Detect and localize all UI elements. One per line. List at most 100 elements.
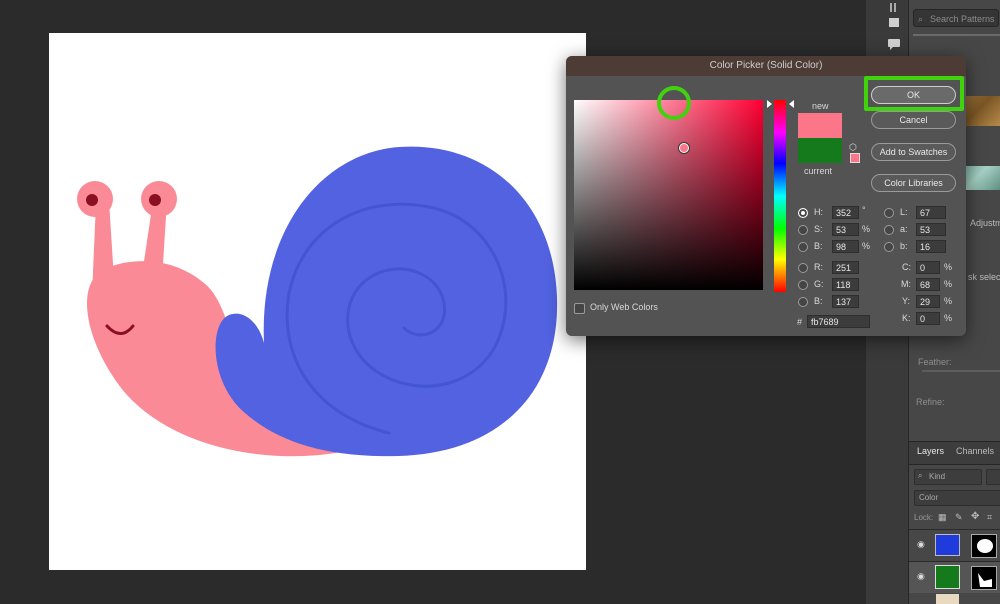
layer-row-blue[interactable]: ◉ [909, 529, 1000, 561]
document-canvas[interactable] [49, 33, 586, 570]
green-field[interactable]: 118 [832, 278, 859, 291]
search-icon: ⌕ [918, 471, 923, 480]
comment-icon[interactable] [886, 37, 902, 51]
ok-button-highlight [864, 76, 964, 111]
refine-label: Refine: [916, 397, 945, 407]
layer-mask-thumb [971, 566, 997, 590]
cyan-field[interactable]: 0 [916, 261, 940, 274]
blue-radio[interactable] [798, 297, 808, 307]
r-radio[interactable] [798, 263, 808, 273]
b-channel-field[interactable]: 16 [916, 240, 946, 253]
hue-field[interactable]: 352 [832, 206, 859, 219]
l-label: L: [900, 207, 908, 217]
current-color-swatch[interactable] [798, 138, 842, 163]
c-unit: % [944, 262, 953, 272]
eye-icon[interactable]: ◉ [917, 539, 925, 550]
color-libraries-button[interactable]: Color Libraries [871, 174, 956, 192]
lock-pixels-icon[interactable]: ▦ [938, 512, 947, 523]
hue-arrow-right-icon[interactable] [789, 100, 794, 108]
layer-mask-thumb [971, 534, 997, 558]
image-filter-icon[interactable] [986, 469, 1000, 485]
blue-label: B: [814, 296, 823, 306]
b-lab-radio[interactable] [884, 242, 894, 252]
a-channel-field[interactable]: 53 [916, 223, 946, 236]
web-safe-swatch[interactable] [850, 153, 860, 163]
brightness-field[interactable]: 98 [832, 240, 859, 253]
magenta-field[interactable]: 68 [916, 278, 940, 291]
y-unit: % [944, 296, 953, 306]
snail-eye-right [149, 194, 161, 206]
layer-fill-thumb [935, 565, 960, 589]
brightness-label: B: [814, 241, 823, 251]
color-field-marker[interactable] [679, 143, 689, 153]
eye-icon[interactable]: ◉ [917, 571, 925, 582]
color-marker-highlight [657, 86, 691, 120]
b-lab-label: b: [900, 241, 908, 251]
paragraph-icon[interactable] [886, 0, 902, 14]
hue-arrow-left-icon[interactable] [767, 100, 772, 108]
layer-fill-thumb [935, 534, 960, 556]
add-to-swatches-button[interactable]: Add to Swatches [871, 143, 956, 161]
feather-label: Feather: [918, 357, 952, 367]
blue-field[interactable]: 137 [832, 295, 859, 308]
only-web-colors-label: Only Web Colors [590, 302, 658, 312]
h-radio[interactable] [798, 208, 808, 218]
k-unit: % [944, 313, 953, 323]
snail-eye-left [86, 194, 98, 206]
s-unit: % [862, 224, 871, 234]
h-unit: ° [862, 205, 866, 215]
saturation-brightness-field[interactable] [574, 100, 763, 290]
red-field[interactable]: 251 [832, 261, 859, 274]
s-radio[interactable] [798, 225, 808, 235]
adjustments-label[interactable]: Adjustm [970, 218, 1000, 228]
tab-channels[interactable]: Channels [956, 446, 994, 456]
kind-label: Kind [929, 472, 946, 481]
only-web-colors-checkbox[interactable] [574, 303, 585, 314]
y-label: Y: [902, 296, 911, 306]
mask-selection-label: sk selecte [968, 272, 1000, 282]
out-of-gamut-cube-icon[interactable]: ⬡ [849, 142, 857, 153]
blend-mode-value: Color [919, 493, 939, 502]
search-icon: ⌕ [918, 14, 924, 24]
tab-layers[interactable]: Layers [917, 446, 944, 456]
l-radio[interactable] [884, 208, 894, 218]
dialog-title: Color Picker (Solid Color) [566, 56, 966, 76]
a-radio[interactable] [884, 225, 894, 235]
snail-illustration [77, 146, 558, 457]
lock-label: Lock: [914, 513, 934, 522]
brush-icon[interactable]: ✎ [955, 512, 963, 523]
layer-thumb-partial [936, 594, 959, 604]
search-patterns-input[interactable]: ⌕ Search Patterns [913, 9, 999, 27]
cube-icon[interactable] [886, 15, 902, 29]
h-label: H: [814, 207, 823, 217]
g-label: G: [814, 279, 824, 289]
brightness-unit: % [862, 241, 871, 251]
artboard-icon[interactable]: ⌗ [987, 512, 992, 523]
s-label: S: [814, 224, 823, 234]
layer-kind-filter[interactable]: ⌕ Kind [914, 469, 982, 485]
brightness-radio[interactable] [798, 242, 808, 252]
hue-slider[interactable] [774, 100, 786, 292]
layer-row-green[interactable]: ◉ [909, 561, 1000, 593]
yellow-field[interactable]: 29 [916, 295, 940, 308]
lightness-field[interactable]: 67 [916, 206, 946, 219]
k-label: K: [902, 313, 911, 323]
hex-label: # [797, 317, 803, 327]
blend-mode-select[interactable]: Color [914, 490, 1000, 506]
new-color-swatch [798, 113, 842, 138]
c-label: C: [902, 262, 911, 272]
panel-divider [913, 34, 1000, 36]
a-label: a: [900, 224, 908, 234]
black-field[interactable]: 0 [916, 312, 940, 325]
g-radio[interactable] [798, 280, 808, 290]
new-label: new [812, 101, 829, 111]
cancel-button[interactable]: Cancel [871, 111, 956, 129]
move-icon[interactable]: ✥ [971, 511, 979, 522]
current-label: current [804, 166, 833, 176]
hex-field[interactable]: fb7689 [807, 315, 870, 328]
r-label: R: [814, 262, 823, 272]
m-unit: % [944, 279, 953, 289]
m-label: M: [901, 279, 911, 289]
feather-slider[interactable] [922, 370, 1000, 372]
saturation-field[interactable]: 53 [832, 223, 859, 236]
